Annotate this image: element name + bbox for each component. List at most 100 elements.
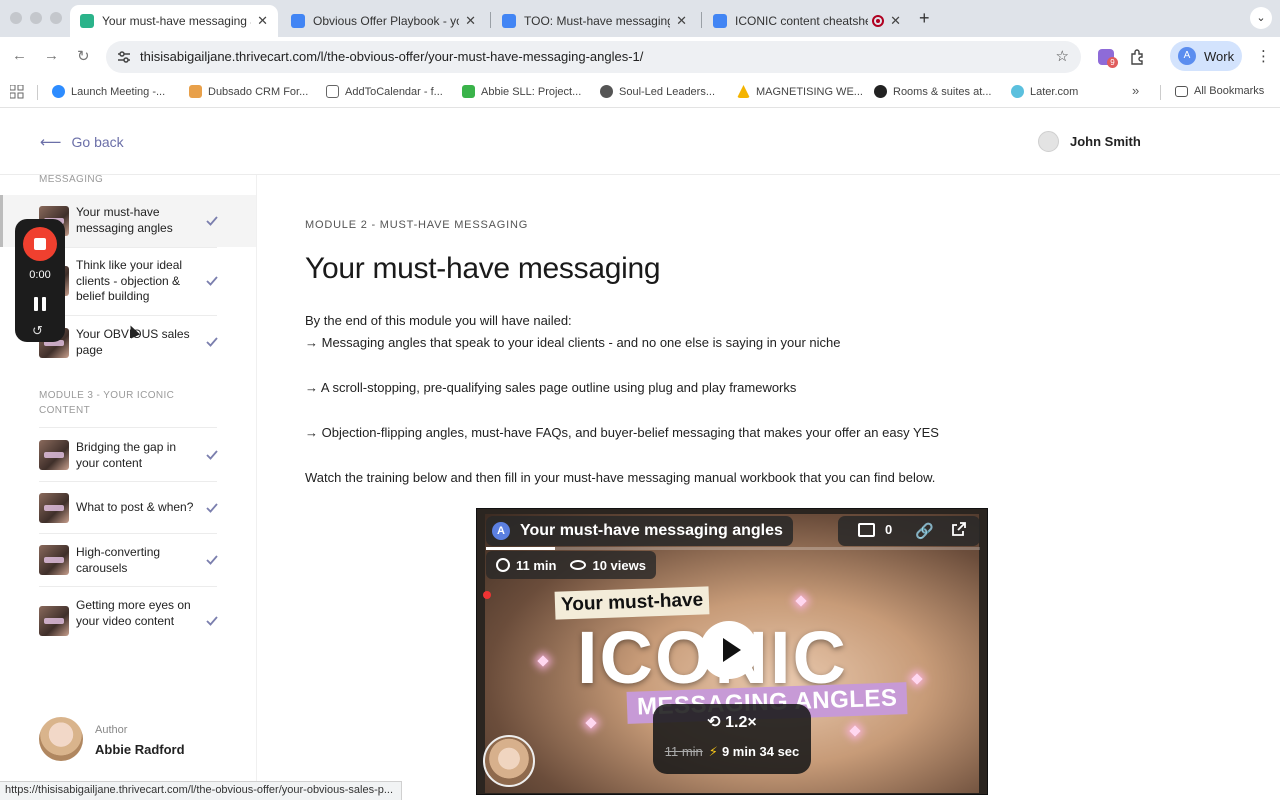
- open-external-icon[interactable]: [951, 521, 967, 537]
- address-bar[interactable]: thisisabigailjane.thrivecart.com/l/the-o…: [106, 41, 1081, 73]
- link-icon[interactable]: 🔗: [915, 522, 934, 540]
- bookmark-item[interactable]: Launch Meeting -...: [52, 85, 165, 98]
- bookmark-label: Later.com: [1030, 85, 1079, 98]
- window-close-button[interactable]: [10, 12, 22, 24]
- video-title-pill[interactable]: A Your must-have messaging angles: [486, 516, 793, 546]
- recording-timer: 0:00: [29, 269, 51, 281]
- site-settings-icon[interactable]: [116, 49, 132, 65]
- module-3-label: MODULE 3 - YOUR ICONIC CONTENT: [39, 390, 175, 416]
- reload-icon[interactable]: ↻: [77, 47, 90, 65]
- check-icon: [206, 616, 218, 626]
- author-avatar: [39, 717, 83, 761]
- intro-text: By the end of this module you will have …: [305, 313, 572, 328]
- close-tab-icon[interactable]: ✕: [257, 13, 268, 29]
- lesson-item[interactable]: High-converting carousels: [0, 534, 256, 586]
- tab-title: Obvious Offer Playbook - you: [313, 14, 460, 28]
- extension-badge: 9: [1107, 57, 1118, 68]
- loom-avatar: A: [492, 522, 510, 540]
- bookmark-divider: [1160, 85, 1161, 100]
- pause-recording-button[interactable]: [34, 297, 46, 311]
- go-back-link[interactable]: ⟵ Go back: [40, 133, 124, 151]
- lesson-title: Think like your ideal clients - objectio…: [76, 258, 183, 303]
- video-progress-bar[interactable]: [486, 547, 980, 550]
- screen-recorder-widget: 0:00 ↺: [15, 219, 65, 342]
- all-bookmarks-label: All Bookmarks: [1194, 85, 1265, 97]
- video-player[interactable]: Your must-have ICONIC MESSAGING ANGLES A…: [476, 508, 988, 795]
- google-docs-icon: [502, 14, 516, 28]
- later-icon: [1011, 85, 1024, 98]
- bookmarks-overflow-icon[interactable]: »: [1132, 83, 1139, 98]
- close-tab-icon[interactable]: ✕: [465, 13, 476, 29]
- status-bar-url: https://thisisabigailjane.thrivecart.com…: [0, 781, 403, 800]
- recording-dot-icon: [483, 591, 491, 599]
- close-tab-icon[interactable]: ✕: [890, 13, 901, 29]
- section-label: MESSAGING: [39, 175, 104, 185]
- window-minimize-button[interactable]: [30, 12, 42, 24]
- browser-tab-active[interactable]: Your must-have messaging a ✕: [70, 5, 278, 37]
- profile-button[interactable]: A Work: [1170, 41, 1242, 71]
- extensions-puzzle-icon[interactable]: [1129, 48, 1146, 65]
- google-drive-icon: [737, 85, 750, 98]
- tab-search-chevron-icon[interactable]: ⌄: [1250, 7, 1272, 29]
- adjusted-duration: 9 min 34 sec: [721, 744, 800, 759]
- apps-grid-icon[interactable]: [10, 85, 24, 99]
- clock-icon: [496, 558, 510, 572]
- comment-count: 0: [885, 522, 893, 537]
- lightning-icon: ⚡: [708, 744, 718, 759]
- bookmark-label: AddToCalendar - f...: [345, 85, 443, 98]
- folder-icon: [1175, 85, 1188, 97]
- more-menu-icon[interactable]: ⋮: [1256, 47, 1271, 65]
- tab-title: Your must-have messaging a: [102, 14, 252, 28]
- author-name: Abbie Radford: [95, 742, 185, 757]
- close-tab-icon[interactable]: ✕: [676, 13, 687, 29]
- user-avatar[interactable]: [1038, 131, 1059, 152]
- user-name[interactable]: John Smith: [1070, 134, 1141, 149]
- browser-tab[interactable]: ICONIC content cheatshe ✕: [703, 5, 911, 37]
- comment-icon[interactable]: [858, 523, 875, 537]
- google-docs-icon: [291, 14, 305, 28]
- browser-tab[interactable]: TOO: Must-have messaging n ✕: [492, 5, 697, 37]
- check-icon: [206, 555, 218, 565]
- check-icon: [206, 337, 218, 347]
- lesson-title: Getting more eyes on your video content: [76, 598, 191, 628]
- lesson-thumbnail: [39, 606, 69, 636]
- stop-recording-button[interactable]: [23, 227, 57, 261]
- recording-indicator-icon: [872, 15, 885, 27]
- extension-icon[interactable]: 9: [1098, 49, 1118, 68]
- page-title: Your must-have messaging: [305, 252, 661, 285]
- kajabi-icon: [600, 85, 613, 98]
- check-icon: [206, 276, 218, 286]
- lesson-item[interactable]: Bridging the gap in your content: [0, 428, 256, 482]
- lesson-item[interactable]: Getting more eyes on your video content: [0, 587, 256, 655]
- tab-title: ICONIC content cheatshe: [735, 14, 869, 28]
- thrivecart-icon: [80, 14, 94, 28]
- playback-speed-pill[interactable]: ⟲ 1.2× 11 min ⚡ 9 min 34 sec: [653, 704, 811, 774]
- bookmark-item[interactable]: Abbie SLL: Project...: [462, 85, 581, 98]
- outro-text: Watch the training below and then fill i…: [305, 470, 936, 485]
- presenter-camera-bubble: [483, 735, 535, 787]
- lesson-item[interactable]: What to post & when?: [0, 482, 256, 533]
- bookmark-item[interactable]: Soul-Led Leaders...: [600, 85, 715, 98]
- bookmark-item[interactable]: Later.com: [1011, 85, 1078, 98]
- window-zoom-button[interactable]: [50, 12, 62, 24]
- bookmark-divider: [37, 85, 38, 100]
- author-label: Author: [95, 724, 128, 736]
- restart-icon[interactable]: ↺: [32, 323, 48, 338]
- lesson-title: High-converting carousels: [76, 545, 161, 575]
- play-button[interactable]: [700, 621, 758, 679]
- bookmark-item[interactable]: Rooms & suites at...: [874, 85, 991, 98]
- calendar-icon: [326, 85, 339, 98]
- new-tab-button[interactable]: +: [919, 8, 930, 29]
- forward-arrow-icon[interactable]: →: [44, 47, 59, 64]
- go-back-label: Go back: [71, 134, 124, 150]
- bookmark-item[interactable]: Dubsado CRM For...: [189, 85, 308, 98]
- browser-tab[interactable]: Obvious Offer Playbook - you ✕: [281, 5, 486, 37]
- lesson-thumbnail: [39, 493, 69, 523]
- bookmark-item[interactable]: AddToCalendar - f...: [326, 85, 443, 98]
- zoom-icon: [52, 85, 65, 98]
- bookmark-star-icon[interactable]: ☆: [1056, 47, 1069, 65]
- all-bookmarks-button[interactable]: All Bookmarks: [1175, 85, 1264, 97]
- lesson-title: What to post & when?: [76, 500, 194, 514]
- back-arrow-icon[interactable]: ←: [12, 47, 27, 64]
- bookmark-item[interactable]: MAGNETISING WE...: [737, 85, 863, 98]
